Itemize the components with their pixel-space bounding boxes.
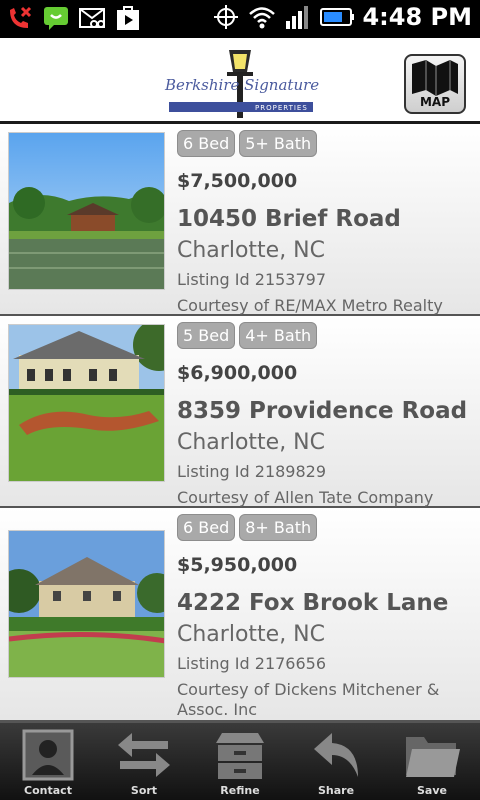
share-button[interactable]: Share bbox=[288, 723, 384, 800]
missed-call-icon bbox=[10, 6, 32, 28]
listing-city: Charlotte, NC bbox=[177, 238, 325, 263]
logo-text: Berkshire Signature bbox=[165, 76, 320, 94]
contact-label: Contact bbox=[24, 784, 72, 797]
baths-badge: 4+ Bath bbox=[239, 322, 318, 349]
refine-button[interactable]: Refine bbox=[192, 723, 288, 800]
listing-city: Charlotte, NC bbox=[177, 622, 325, 647]
brand-logo: Berkshire Signature PROPERTIES bbox=[163, 46, 319, 118]
listing-courtesy: Courtesy of RE/MAX Metro Realty bbox=[177, 296, 443, 315]
contact-icon bbox=[22, 729, 74, 781]
listing-courtesy: Courtesy of Allen Tate Company bbox=[177, 488, 434, 507]
refine-label: Refine bbox=[220, 784, 260, 797]
clock: 4:48 PM bbox=[362, 3, 472, 31]
share-icon bbox=[314, 733, 358, 777]
listing-address: 10450 Brief Road bbox=[177, 206, 401, 232]
bottom-toolbar: Contact Sort Refine Share Save bbox=[0, 722, 480, 800]
listing-photo bbox=[8, 324, 165, 482]
beds-badge: 5 Bed bbox=[177, 322, 236, 349]
map-label: MAP bbox=[419, 95, 451, 109]
listing-price: $5,950,000 bbox=[177, 554, 298, 576]
sort-label: Sort bbox=[130, 784, 158, 797]
play-store-icon bbox=[117, 6, 139, 30]
listing-courtesy: Courtesy of Dickens Mitchener & Assoc. I… bbox=[177, 680, 440, 719]
map-button[interactable]: MAP bbox=[404, 54, 466, 114]
signal-icon bbox=[286, 6, 309, 29]
baths-badge: 5+ Bath bbox=[239, 130, 318, 157]
save-label: Save bbox=[417, 784, 447, 797]
listing-price: $6,900,000 bbox=[177, 362, 298, 384]
listing-id: Listing Id 2153797 bbox=[177, 270, 327, 289]
listing-id: Listing Id 2176656 bbox=[177, 654, 327, 673]
listing-city: Charlotte, NC bbox=[177, 430, 325, 455]
baths-badge: 8+ Bath bbox=[239, 514, 318, 541]
sms-icon bbox=[44, 7, 68, 30]
beds-badge: 6 Bed bbox=[177, 514, 236, 541]
listing-address: 8359 Providence Road bbox=[177, 398, 468, 424]
beds-badge: 6 Bed bbox=[177, 130, 236, 157]
listing-photo bbox=[8, 530, 165, 678]
logo-subtext: PROPERTIES bbox=[255, 104, 308, 112]
status-bar: 4:48 PM bbox=[0, 0, 480, 38]
listing-id: Listing Id 2189829 bbox=[177, 462, 327, 481]
listing-photo bbox=[8, 132, 165, 290]
listing-list[interactable]: 6 Bed 5+ Bath $7,500,000 10450 Brief Roa… bbox=[0, 124, 480, 722]
wifi-icon bbox=[249, 7, 276, 29]
listing-item[interactable]: 6 Bed 8+ Bath $5,950,000 4222 Fox Brook … bbox=[0, 508, 480, 722]
contact-button[interactable]: Contact bbox=[0, 723, 96, 800]
listing-price: $7,500,000 bbox=[177, 170, 298, 192]
save-button[interactable]: Save bbox=[384, 723, 480, 800]
listing-item[interactable]: 6 Bed 5+ Bath $7,500,000 10450 Brief Roa… bbox=[0, 124, 480, 316]
listing-item[interactable]: 5 Bed 4+ Bath $6,900,000 8359 Providence… bbox=[0, 316, 480, 508]
gps-icon bbox=[214, 5, 239, 29]
sort-button[interactable]: Sort bbox=[96, 723, 192, 800]
refine-icon bbox=[216, 733, 264, 779]
sort-icon bbox=[118, 733, 170, 777]
folder-icon bbox=[406, 737, 460, 777]
voicemail-icon bbox=[79, 8, 105, 28]
listing-address: 4222 Fox Brook Lane bbox=[177, 590, 449, 616]
battery-icon bbox=[320, 8, 355, 26]
share-label: Share bbox=[317, 784, 355, 797]
app-header: Berkshire Signature PROPERTIES MAP bbox=[0, 38, 480, 124]
map-icon bbox=[412, 60, 458, 96]
